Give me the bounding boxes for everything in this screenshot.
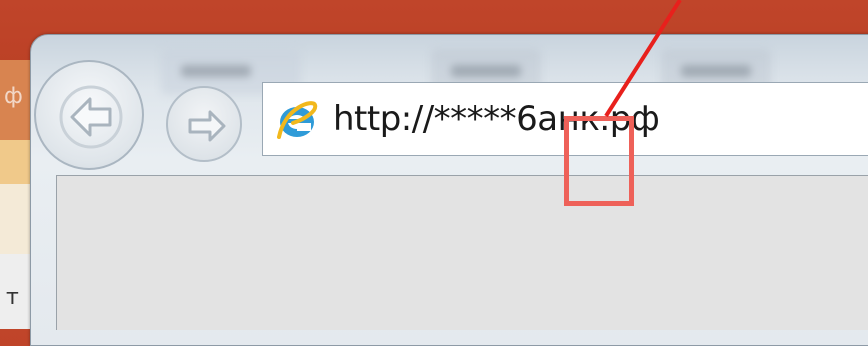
internet-explorer-icon [277,101,318,139]
page-content-area[interactable] [56,175,868,330]
forward-arrow-icon [188,110,226,142]
highlight-box [564,116,634,206]
back-button[interactable] [34,60,144,170]
background-letter: ф [4,84,23,109]
forward-button[interactable] [166,86,242,162]
background-letter: т [6,285,19,310]
back-arrow-icon [59,85,123,149]
